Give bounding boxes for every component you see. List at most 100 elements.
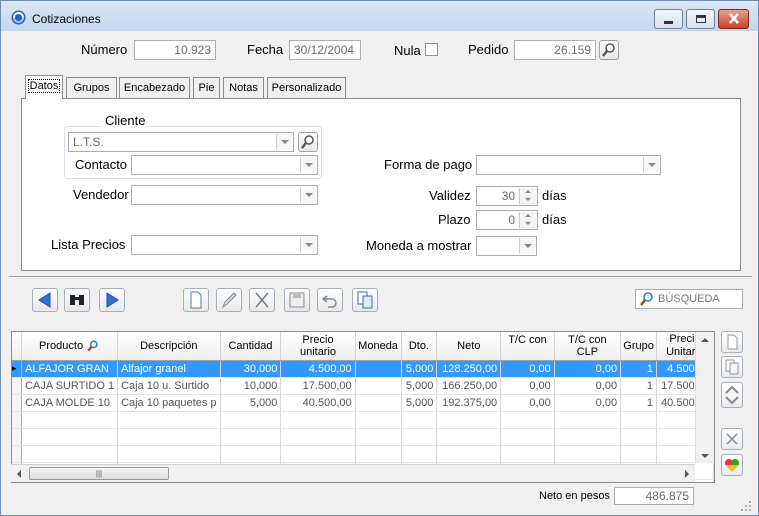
table-cell[interactable]: 1 [620,394,658,412]
minimize-button[interactable] [654,9,683,29]
cliente-combo[interactable]: L.T.S. [68,132,294,152]
maximize-button[interactable] [686,9,715,29]
row-header-cell[interactable] [12,394,23,412]
new-button[interactable] [183,288,209,312]
table-cell[interactable] [436,428,502,446]
table-cell[interactable] [436,445,502,463]
table-cell[interactable] [401,428,438,446]
table-cell[interactable]: 0,00 [554,394,622,412]
tab-notas[interactable]: Notas [223,77,264,99]
save-button[interactable] [284,288,310,312]
fecha-field[interactable]: 30/12/2004 [289,40,361,60]
scroll-thumb[interactable]: ||| [29,467,169,480]
col-moneda[interactable]: Moneda [355,332,402,361]
scroll-up-icon[interactable] [701,338,709,342]
table-cell[interactable]: Alfajor granel [117,360,221,378]
table-cell[interactable] [117,428,221,446]
table-cell[interactable]: 40.500,00 [280,394,356,412]
table-cell[interactable]: 17.500,00 [280,377,356,395]
row-header-cell[interactable] [12,377,23,395]
empty-table-row[interactable] [12,428,714,446]
lista-precios-combo[interactable] [131,235,318,255]
table-cell[interactable] [280,428,356,446]
vertical-scrollbar[interactable] [695,332,714,463]
tab-encabezado[interactable]: Encabezado [119,77,190,99]
table-cell[interactable] [280,445,356,463]
table-cell[interactable]: 0,00 [554,377,622,395]
table-cell[interactable]: 5,000 [220,394,282,412]
table-cell[interactable] [220,428,282,446]
table-cell[interactable] [355,377,402,395]
table-cell[interactable] [401,411,438,429]
contacto-combo[interactable] [131,155,318,175]
row-header-cell[interactable]: ▸ [12,360,23,378]
scroll-down-icon[interactable] [701,454,709,458]
table-cell[interactable]: 0,00 [500,394,555,412]
table-cell[interactable]: 1 [620,360,658,378]
table-cell[interactable]: Caja 10 paquetes p [117,394,221,412]
table-cell[interactable] [355,394,402,412]
col-producto[interactable]: Producto [21,332,119,361]
table-cell[interactable] [401,445,438,463]
table-cell[interactable] [355,360,402,378]
spin-down-icon[interactable] [520,196,536,204]
table-cell[interactable]: 166.250,00 [436,377,502,395]
find-button[interactable] [64,288,90,312]
busqueda-field[interactable]: BÚSQUEDA [635,289,743,309]
horizontal-scrollbar[interactable]: ||| [11,464,695,482]
table-cell[interactable] [21,445,119,463]
resize-grip-icon[interactable] [739,499,753,513]
favorite-button[interactable] [721,454,743,476]
table-cell[interactable] [117,411,221,429]
spin-up-icon[interactable] [520,212,536,220]
col-grupo[interactable]: Grupo [620,332,658,361]
col-dto[interactable]: Dto. [401,332,438,361]
empty-table-row[interactable] [12,445,714,463]
table-cell[interactable] [12,411,23,429]
col-precio-unitario[interactable]: Precio unitario [280,332,356,361]
table-cell[interactable]: 4.500,00 [280,360,356,378]
table-cell[interactable]: CAJA MOLDE 10 [21,394,119,412]
pedido-field[interactable]: 26.159 [514,40,596,60]
table-cell[interactable]: 5,000 [401,360,438,378]
vendedor-combo[interactable] [131,185,318,205]
table-cell[interactable] [280,411,356,429]
table-row[interactable]: ▸ ALFAJOR GRAN Alfajor granel 30,000 4.500,0… [12,360,714,378]
table-cell[interactable] [21,428,119,446]
table-cell[interactable] [500,411,555,429]
table-cell[interactable] [220,411,282,429]
table-cell[interactable]: Caja 10 u. Surtido [117,377,221,395]
col-neto[interactable]: Neto [436,332,502,361]
table-cell[interactable]: 192.375,00 [436,394,502,412]
delete-button[interactable] [249,288,275,312]
tab-grupos[interactable]: Grupos [66,77,117,99]
table-cell[interactable] [220,445,282,463]
copy-button[interactable] [352,288,378,312]
table-cell[interactable]: 5,000 [401,394,438,412]
table-cell[interactable] [620,428,658,446]
col-tc-con-clp[interactable]: T/C con CLP [554,332,622,361]
previous-button[interactable] [32,288,58,312]
nula-checkbox[interactable] [425,43,438,56]
table-cell[interactable] [436,411,502,429]
table-cell[interactable]: 1 [620,377,658,395]
tab-pie[interactable]: Pie [193,77,220,99]
add-row-button[interactable] [721,331,743,353]
next-button[interactable] [99,288,125,312]
table-cell[interactable] [554,411,622,429]
table-row[interactable]: CAJA SURTIDO 1 Caja 10 u. Surtido 10,000 17… [12,377,714,395]
table-cell[interactable]: 128.250,00 [436,360,502,378]
empty-table-row[interactable] [12,411,714,429]
duplicate-row-button[interactable] [721,356,743,378]
table-cell[interactable] [500,445,555,463]
col-tc-con[interactable]: T/C con [500,332,555,361]
validez-spinner[interactable]: 30 [476,186,538,206]
table-cell[interactable]: 10,000 [220,377,282,395]
tab-datos[interactable]: Datos [25,75,63,99]
table-row[interactable]: CAJA MOLDE 10 Caja 10 paquetes p 5,000 40.5… [12,394,714,412]
table-cell[interactable] [117,445,221,463]
table-cell[interactable] [21,411,119,429]
tab-personalizado[interactable]: Personalizado [267,77,346,99]
spin-up-icon[interactable] [520,188,536,196]
table-cell[interactable]: ALFAJOR GRAN [21,360,119,378]
